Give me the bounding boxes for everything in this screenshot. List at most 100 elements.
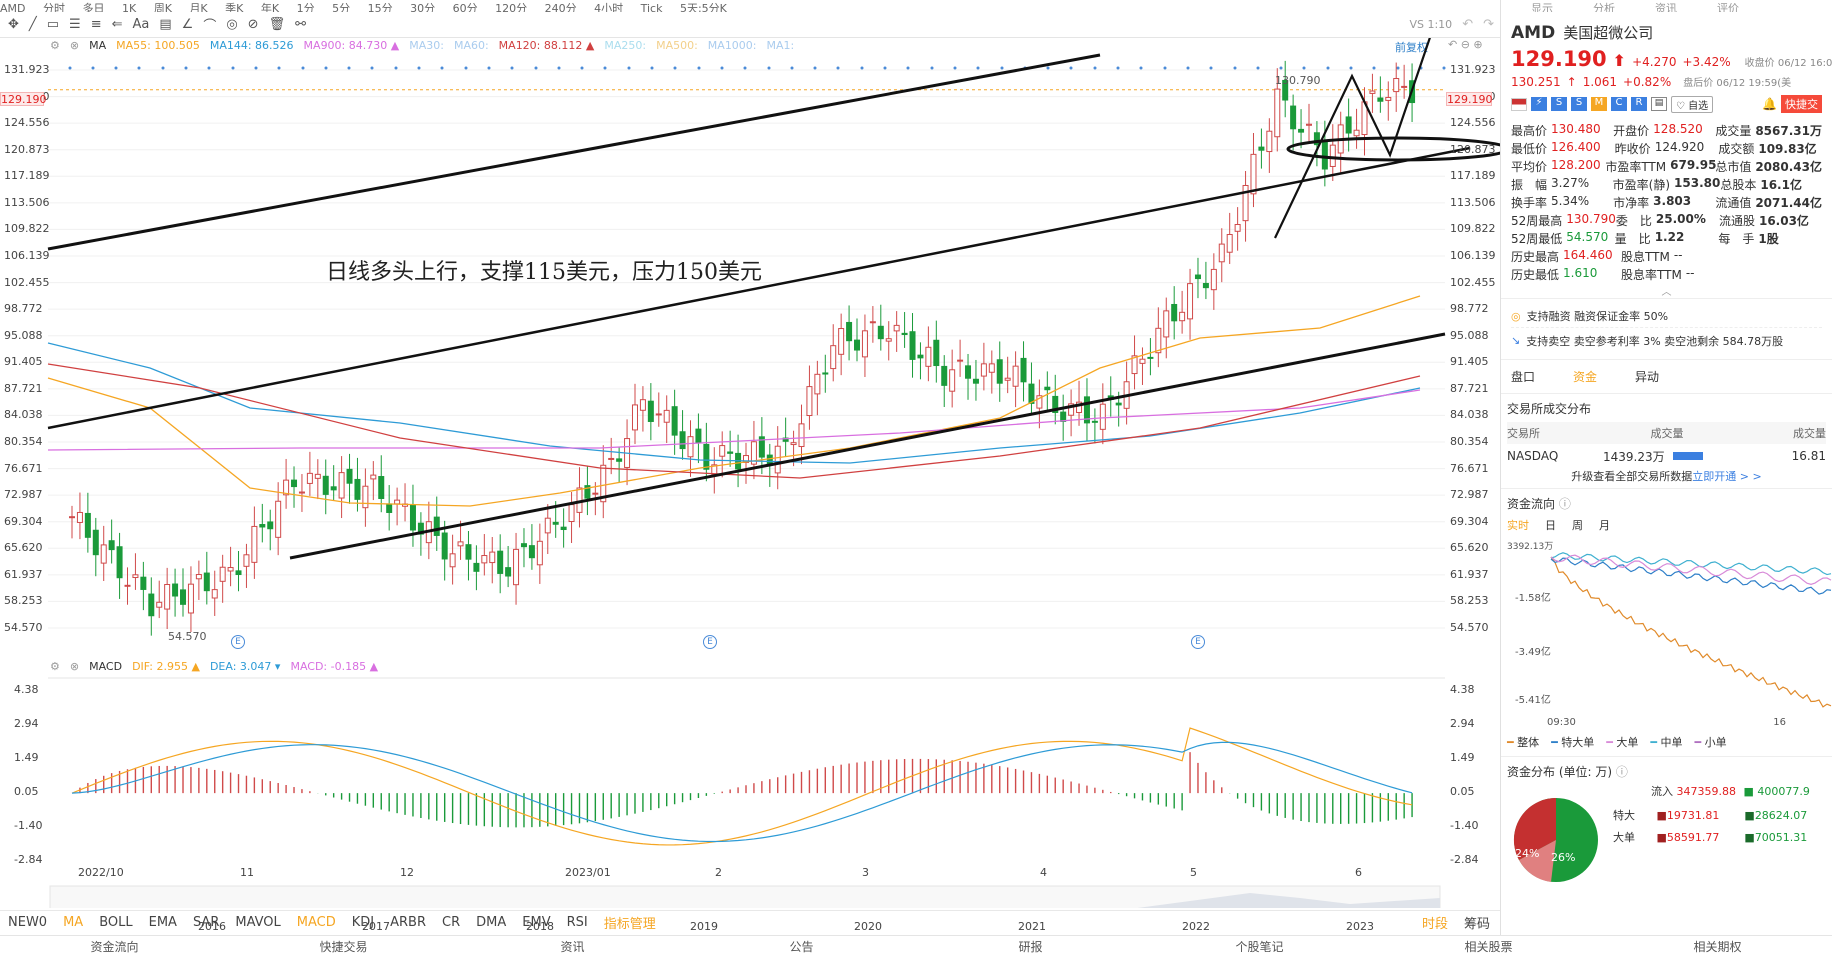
link-icon[interactable]: ⚯ [295,17,306,32]
s-badge-icon[interactable]: S [1551,97,1567,111]
period-item[interactable]: 30分 [410,2,435,12]
tab-book[interactable]: 盘口 [1511,368,1535,385]
period-item[interactable]: 分时 [43,2,65,12]
tab-kdj[interactable]: KDJ [352,915,374,930]
tab-realtime[interactable]: 实时 [1507,517,1529,537]
tab-dma[interactable]: DMA [476,915,506,930]
tab-analysis[interactable]: 分析 [1593,0,1615,12]
period-item[interactable]: 240分 [545,2,577,12]
dividend-dot [1349,66,1353,70]
undo-icon[interactable]: ↶ [1462,17,1473,32]
tab-new0[interactable]: NEW0 [8,915,47,930]
period-item[interactable]: 多日 [83,2,105,12]
ma144-line [47,342,1421,464]
tab-related-stocks[interactable]: 相关股票 [1374,936,1603,955]
tab-boll[interactable]: BOLL [99,915,132,930]
period-item[interactable]: 5分 [332,2,350,12]
tab-sar[interactable]: SAR [193,915,219,930]
period-item[interactable]: AMD [0,2,26,12]
tab-funds[interactable]: 资金 [1573,368,1597,385]
period-item[interactable]: 月K [189,2,207,12]
tab-cr[interactable]: CR [442,915,460,930]
hide-tool-icon[interactable]: ⊘ [248,17,259,32]
note-badge-icon[interactable]: ▤ [1651,97,1667,111]
fund-flow-chart[interactable]: 3392.13万 -1.58亿 -3.49亿 -5.41亿 [1507,537,1832,717]
tab-related-options[interactable]: 相关期权 [1603,936,1832,955]
tab-chips[interactable]: 筹码 [1464,913,1490,932]
tab-mavol[interactable]: MAVOL [235,915,280,930]
channel-tool-icon[interactable]: ≡ [91,17,102,32]
tab-notes[interactable]: 个股笔记 [1145,936,1374,955]
tab-announcements[interactable]: 公告 [687,936,916,955]
arrow-tool-icon[interactable]: ⇐ [112,17,123,32]
redo-icon[interactable]: ↷ [1483,17,1494,32]
compare-button[interactable]: VS 1:10 [1409,18,1452,31]
info-icon[interactable]: ⓘ [1559,497,1571,511]
note-tool-icon[interactable]: ▤ [159,17,171,32]
text-tool[interactable]: Aa [133,17,150,32]
cycle-tool-icon[interactable]: ◎ [226,17,237,32]
collapse-chevron-icon[interactable]: ︿ [1511,283,1822,298]
tab-rating[interactable]: 评价 [1717,0,1739,12]
earnings-marker[interactable]: E [231,635,245,649]
arc-tool-icon[interactable]: ⌒ [203,15,216,34]
tab-rsi[interactable]: RSI [567,915,588,930]
tab-movers[interactable]: 异动 [1635,368,1659,385]
close-icon[interactable]: ⊗ [70,660,79,673]
s2-badge-icon[interactable]: S [1571,97,1587,111]
tab-display[interactable]: 显示 [1531,0,1553,12]
dividend-dot [114,66,118,70]
period-item[interactable]: 120分 [495,2,527,12]
period-item[interactable]: 年K [261,2,279,12]
tab-month[interactable]: 月 [1599,517,1610,537]
chart-area[interactable]: ⚙ ⊗ MA MA55: 100.505 MA144: 86.526 MA900… [0,38,1500,943]
tab-ema[interactable]: EMA [149,915,177,930]
line-tool-icon[interactable]: ╱ [29,17,37,32]
settings-icon[interactable]: ⚙ [50,660,60,673]
candle-body [1266,130,1273,153]
candlestick-chart[interactable] [0,38,1500,908]
period-item[interactable]: Tick [641,2,663,12]
stats-row: 历史最低 1.610 股息率TTM -- [1511,265,1695,282]
tab-ma[interactable]: MA [63,915,83,930]
tab-research[interactable]: 研报 [916,936,1145,955]
tab-day[interactable]: 日 [1545,517,1556,537]
period-item[interactable]: 季K [225,2,243,12]
tab-emv[interactable]: EMV [522,915,550,930]
pen-tool-icon[interactable]: ∠ [182,17,194,32]
lightning-icon[interactable]: ⚡ [1531,97,1547,111]
r-badge-icon[interactable]: R [1631,97,1647,111]
delete-tool-icon[interactable]: 🗑 [269,17,286,32]
earnings-marker[interactable]: E [703,635,717,649]
price-tick-right: 117.189 [1450,169,1496,183]
earnings-marker[interactable]: E [1191,635,1205,649]
crosshair-icon[interactable]: ✥ [8,17,19,32]
tab-arbr[interactable]: ARBR [390,915,426,930]
period-item[interactable]: 1K [122,2,136,12]
fib-tool-icon[interactable]: ☰ [69,17,81,32]
bell-icon[interactable]: 🔔 [1762,97,1777,111]
period-item[interactable]: 15分 [368,2,393,12]
tab-news[interactable]: 资讯 [458,936,687,955]
period-item[interactable]: 60分 [453,2,478,12]
tab-indicator-manage[interactable]: 指标管理 [604,913,656,932]
watchlist-button[interactable]: ♡ 自选 [1671,95,1714,113]
info-icon[interactable]: ⓘ [1616,765,1628,779]
candle-body [885,338,892,342]
period-item[interactable]: 1分 [297,2,315,12]
period-item[interactable]: 5天:5分K [680,2,727,12]
m-badge-icon[interactable]: M [1591,97,1607,111]
upgrade-link[interactable]: 立即开通 > > [1692,470,1761,483]
c-badge-icon[interactable]: C [1611,97,1627,111]
period-item[interactable]: 4小时 [594,2,623,12]
tab-info[interactable]: 资讯 [1655,0,1677,12]
tab-session[interactable]: 时段 [1422,913,1448,932]
tab-week[interactable]: 周 [1572,517,1583,537]
tab-fund-flow[interactable]: 资金流向 [0,936,229,955]
period-item[interactable]: 周K [154,2,172,12]
quick-trade-button[interactable]: 快捷交 [1781,95,1822,113]
rect-tool-icon[interactable]: ▭ [47,17,59,32]
us-flag-icon[interactable] [1511,97,1527,111]
tab-quick-trade[interactable]: 快捷交易 [229,936,458,955]
tab-macd[interactable]: MACD [297,915,336,930]
